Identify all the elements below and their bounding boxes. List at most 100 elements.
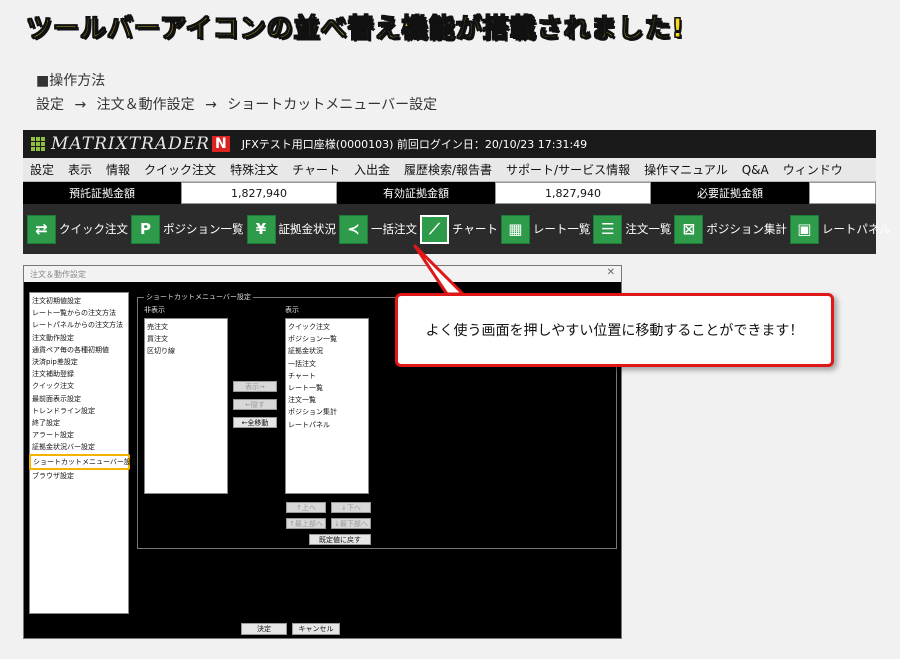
callout-bubble: よく使う画面を押しやすい位置に移動することができます！: [395, 293, 834, 367]
toolbar-rate-list[interactable]: ▦ レート一覧: [500, 214, 591, 244]
toolbar-label: クイック注文: [59, 222, 128, 236]
app-logo-icon: [31, 137, 45, 151]
move-top-button[interactable]: ↑最上部へ: [286, 518, 326, 529]
rate-panel-icon: ▣: [789, 214, 819, 244]
ok-button[interactable]: 決定: [241, 623, 287, 635]
required-margin-label: 必要証拠金額: [697, 187, 763, 200]
menu-view[interactable]: 表示: [61, 161, 99, 178]
list-item[interactable]: 一括注文: [288, 358, 366, 370]
hidden-list[interactable]: 売注文 買注文 区切り線: [144, 318, 228, 494]
toolbar-rate-panel[interactable]: ▣ レートパネル: [789, 214, 891, 244]
callout-pointer: [413, 244, 465, 296]
toolbar-quick-order[interactable]: ⇄ クイック注文: [27, 214, 128, 244]
nav-item[interactable]: 注文補助登録: [30, 368, 128, 380]
toolbar-label: ポジション集計: [706, 222, 787, 236]
nav-item[interactable]: 終了設定: [30, 417, 128, 429]
nav-item[interactable]: 注文動作設定: [30, 332, 128, 344]
list-item[interactable]: ポジション集計: [288, 406, 366, 418]
cancel-button[interactable]: キャンセル: [292, 623, 340, 635]
toolbar-label: ポジション一覧: [163, 222, 244, 236]
position-icon: P: [131, 214, 160, 244]
settings-nav-list: 注文初期値設定 レート一覧からの注文方法 レートパネルからの注文方法 注文動作設…: [29, 292, 138, 614]
menu-window[interactable]: ウィンドウ: [776, 161, 850, 178]
nav-item[interactable]: 証拠金状況バー設定: [30, 441, 128, 453]
brand-mark: N: [211, 136, 230, 152]
dialog-title-bar: 注文＆動作設定 ✕: [24, 266, 621, 282]
nav-item[interactable]: アラート設定: [30, 429, 128, 441]
menu-support[interactable]: サポート/サービス情報: [499, 161, 637, 178]
nav-item[interactable]: 通貨ペア毎の各種初期値: [30, 344, 128, 356]
rate-list-icon: ▦: [500, 214, 530, 244]
required-margin-value: [809, 182, 876, 204]
list-item[interactable]: レートパネル: [288, 419, 366, 431]
menu-info[interactable]: 情報: [99, 161, 137, 178]
group-title: ショートカットメニューバー設定: [144, 292, 253, 302]
shown-list[interactable]: クイック注文 ポジション一覧 証拠金状況 一括注文 チャート レート一覧 注文一…: [285, 318, 369, 494]
chart-icon: ⟋: [420, 214, 449, 244]
list-item[interactable]: 証拠金状況: [288, 345, 366, 357]
move-up-button[interactable]: ↑上へ: [286, 502, 326, 513]
toolbar-label: 一括注文: [371, 222, 417, 236]
menu-history[interactable]: 履歴検索/報告書: [397, 161, 499, 178]
dialog-title: 注文＆動作設定: [30, 269, 86, 279]
menu-quick-order[interactable]: クイック注文: [137, 161, 223, 178]
nav-item[interactable]: クイック注文: [30, 380, 128, 392]
hide-button[interactable]: ←隠す: [233, 399, 277, 410]
callout-text: よく使う画面を押しやすい位置に移動することができます！: [425, 323, 804, 339]
hidden-header: 非表示: [144, 306, 165, 314]
effective-margin-value: 1,827,940: [495, 182, 651, 204]
list-item[interactable]: 売注文: [147, 321, 225, 333]
yen-icon: ¥: [246, 214, 276, 244]
nav-item[interactable]: 最前面表示設定: [30, 393, 128, 405]
list-item[interactable]: チャート: [288, 370, 366, 382]
nav-item[interactable]: 決済pip差設定: [30, 356, 128, 368]
dialog-footer: 決定 キャンセル: [24, 620, 621, 638]
deposit-label: 預託証拠金額: [69, 187, 135, 200]
deposit-value: 1,827,940: [181, 182, 337, 204]
nav-item-selected[interactable]: ショートカットメニューバー設定: [29, 453, 138, 470]
menu-manual[interactable]: 操作マニュアル: [637, 161, 735, 178]
brand-name: MATRIXTRADER: [51, 134, 210, 154]
show-button[interactable]: 表示→: [233, 381, 277, 392]
toolbar-position-summary[interactable]: ⊠ ポジション集計: [674, 214, 787, 244]
nav-item[interactable]: 注文初期値設定: [30, 295, 128, 307]
toolbar-label: 証拠金状況: [278, 222, 337, 236]
howto-title: ■操作方法: [36, 73, 106, 89]
move-down-button[interactable]: ↓下へ: [331, 502, 371, 513]
list-item[interactable]: クイック注文: [288, 321, 366, 333]
list-item[interactable]: レート一覧: [288, 382, 366, 394]
toolbar-bulk-order[interactable]: ≺ 一括注文: [339, 214, 417, 244]
toolbar-chart[interactable]: ⟋ チャート: [420, 214, 498, 244]
move-all-button[interactable]: ←全移動: [233, 417, 277, 428]
quick-order-icon: ⇄: [27, 214, 56, 244]
toolbar-position-list[interactable]: P ポジション一覧: [131, 214, 244, 244]
list-item[interactable]: 区切り線: [147, 345, 225, 357]
nav-item[interactable]: レート一覧からの注文方法: [30, 307, 128, 319]
menu-settings[interactable]: 設定: [23, 161, 61, 178]
nav-item[interactable]: レートパネルからの注文方法: [30, 319, 128, 331]
menu-chart[interactable]: チャート: [285, 161, 347, 178]
shown-header: 表示: [285, 306, 299, 314]
app-window: MATRIXTRADER N JFXテスト用口座様(0000103) 前回ログイ…: [23, 130, 891, 254]
howto-steps: 設定 → 注文＆動作設定 → ショートカットメニューバー設定: [36, 97, 438, 113]
list-item[interactable]: ポジション一覧: [288, 333, 366, 345]
move-bottom-button[interactable]: ↓最下部へ: [331, 518, 371, 529]
restore-default-button[interactable]: 既定値に戻す: [309, 534, 371, 545]
toolbar-order-list[interactable]: ☰ 注文一覧: [593, 214, 671, 244]
toolbar-margin-status[interactable]: ¥ 証拠金状況: [246, 214, 337, 244]
nav-item[interactable]: トレンドライン設定: [30, 405, 128, 417]
balance-bar: 預託証拠金額 1,827,940 有効証拠金額 1,827,940 必要証拠金額: [23, 182, 876, 204]
toolbar-label: チャート: [452, 222, 498, 236]
toolbar-label: レートパネル: [821, 222, 891, 236]
menu-bar: 設定 表示 情報 クイック注文 特殊注文 チャート 入出金 履歴検索/報告書 サ…: [23, 158, 876, 182]
toolbar-label: レート一覧: [532, 222, 591, 236]
close-icon[interactable]: ✕: [607, 267, 615, 278]
list-item[interactable]: 買注文: [147, 333, 225, 345]
order-list-icon: ☰: [593, 214, 623, 244]
menu-deposit[interactable]: 入出金: [347, 161, 397, 178]
menu-special-order[interactable]: 特殊注文: [223, 161, 285, 178]
nav-item[interactable]: ブラウザ設定: [30, 470, 128, 482]
menu-qa[interactable]: Q&A: [735, 163, 776, 177]
list-item[interactable]: 注文一覧: [288, 394, 366, 406]
headline: ツールバーアイコンの並べ替え機能が搭載されました!: [26, 14, 685, 45]
